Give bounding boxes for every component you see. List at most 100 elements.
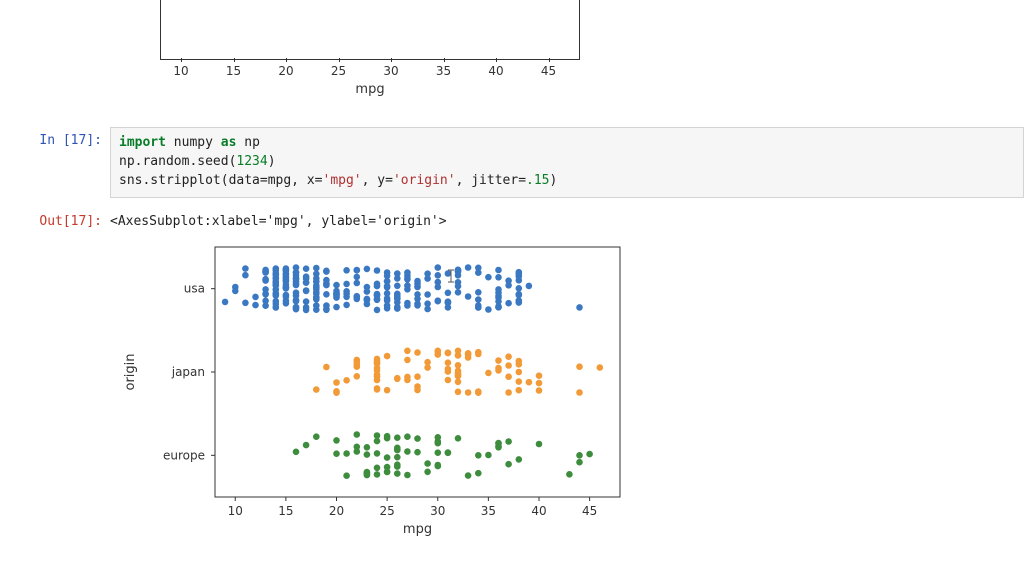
stripplot-point [313, 270, 320, 277]
stripplot-point [374, 306, 381, 313]
stripplot-point [505, 389, 512, 396]
stripplot-point [485, 273, 492, 280]
stripplot-point [283, 270, 290, 277]
stripplot-point [354, 363, 361, 370]
stripplot-point [394, 461, 401, 468]
prev-plot-xtick-mark [549, 58, 550, 62]
stripplot-point [364, 471, 371, 478]
stripplot-point [576, 452, 583, 459]
stripplot-point [273, 281, 280, 288]
stripplot-point [404, 269, 411, 276]
stripplot-point [505, 299, 512, 306]
plot-xtick-label: 45 [582, 504, 597, 518]
prev-plot-xtick-label: 35 [436, 64, 451, 78]
stripplot-point [354, 431, 361, 438]
stripplot-point [232, 287, 239, 294]
stripplot-point [536, 440, 543, 447]
stripplot-point [475, 469, 482, 476]
stripplot-point [576, 389, 583, 396]
stripplot-point [293, 264, 300, 271]
stripplot-point [252, 301, 259, 308]
stripplot-point [536, 372, 543, 379]
stripplot-point [293, 303, 300, 310]
stripplot-point [333, 450, 340, 457]
plot-ytick-label: japan [171, 365, 205, 379]
stripplot-point [455, 279, 462, 286]
stripplot-point [516, 378, 523, 385]
stripplot-point [424, 300, 431, 307]
stripplot-point [333, 389, 340, 396]
stripplot-point [465, 264, 472, 271]
stripplot-point [303, 298, 310, 305]
plot-xtick-label: 30 [430, 504, 445, 518]
stripplot-point [465, 389, 472, 396]
stripplot-point [516, 456, 523, 463]
stripplot-point [455, 268, 462, 275]
stripplot-point [495, 442, 502, 449]
stripplot-point [293, 275, 300, 282]
stripplot-point [404, 356, 411, 363]
prev-plot-xaxis: mpg 1015202530354045 [160, 60, 580, 100]
stripplot-point [526, 282, 533, 289]
stripplot-point [495, 274, 502, 281]
stripplot-point [414, 302, 421, 309]
stripplot-point [435, 264, 442, 271]
stripplot-point [354, 373, 361, 380]
prev-plot-xtick-label: 40 [488, 64, 503, 78]
code-input[interactable]: import numpy as np np.random.seed(1234) … [110, 127, 1024, 198]
prev-plot-xtick-label: 25 [331, 64, 346, 78]
plot-xtick-label: 25 [379, 504, 394, 518]
stripplot-point [435, 449, 442, 456]
stripplot-point [475, 302, 482, 309]
stripplot-point [414, 448, 421, 455]
stripplot-point [303, 441, 310, 448]
stripplot-point [576, 458, 583, 465]
output-prompt: Out[17]: [0, 208, 110, 229]
previous-cell-output-clipped: mpg 1015202530354045 [120, 0, 1024, 105]
stripplot-point [404, 373, 411, 380]
stripplot-point [465, 350, 472, 357]
stripplot-point [384, 434, 391, 441]
stripplot-point [495, 292, 502, 299]
stripplot-point [384, 290, 391, 297]
stripplot-point [364, 265, 371, 272]
prev-plot-xtick-mark [181, 58, 182, 62]
stripplot-point [343, 280, 350, 287]
stripplot-point [394, 374, 401, 381]
stripplot-point [526, 378, 533, 385]
stripplot-point [374, 437, 381, 444]
output-cell-17: Out[17]: <AxesSubplot:xlabel='mpg', ylab… [0, 208, 1024, 229]
stripplot-point [404, 448, 411, 455]
stripplot-point [293, 289, 300, 296]
prev-plot-xtick-mark [496, 58, 497, 62]
stripplot-point [485, 306, 492, 313]
stripplot-point [354, 279, 361, 286]
stripplot-point [384, 305, 391, 312]
stripplot-point [252, 293, 259, 300]
stripplot-point [273, 271, 280, 278]
stripplot-point [303, 287, 310, 294]
stripplot-point [404, 471, 411, 478]
stripplot-point [414, 277, 421, 284]
stripplot-point [536, 387, 543, 394]
stripplot-point [303, 306, 310, 313]
prev-plot-axes-frame [160, 0, 580, 60]
plot-xtick-label: 20 [329, 504, 344, 518]
stripplot-point [455, 369, 462, 376]
stripplot-point [364, 288, 371, 295]
plot-xlabel: mpg [403, 522, 432, 537]
stripplot-point [333, 437, 340, 444]
stripplot-point [445, 289, 452, 296]
stripplot-point [485, 451, 492, 458]
stripplot-point [445, 449, 452, 456]
stripplot-point [465, 293, 472, 300]
stripplot-point [435, 438, 442, 445]
jupyter-notebook: mpg 1015202530354045 In [17]: import num… [0, 0, 1024, 537]
stripplot-point [404, 433, 411, 440]
stripplot-point [455, 352, 462, 359]
stripplot-point [445, 349, 452, 356]
prev-plot-xtick-mark [339, 58, 340, 62]
stripplot-point [435, 297, 442, 304]
stripplot-point [465, 472, 472, 479]
stripplot-point [283, 291, 290, 298]
